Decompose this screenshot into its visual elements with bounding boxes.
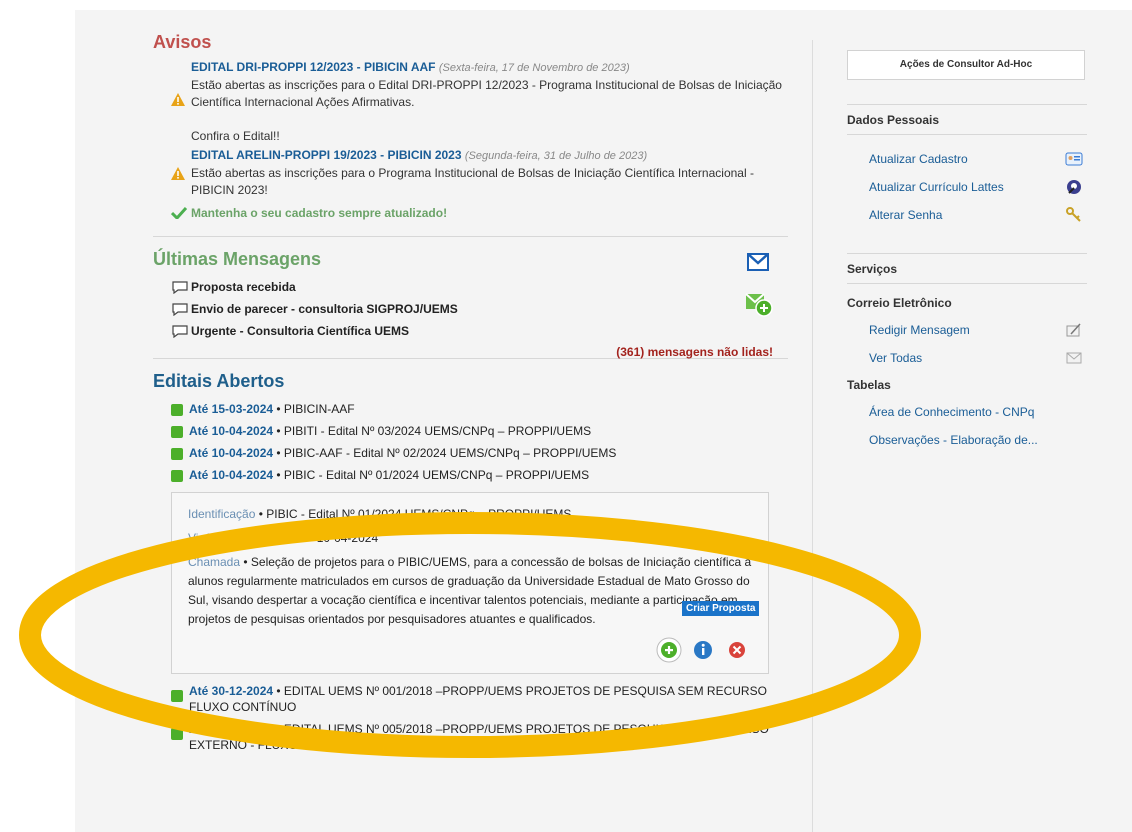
detail-chamada: Chamada • Seleção de projetos para o PIB…	[188, 553, 756, 629]
delete-icon[interactable]	[724, 637, 750, 663]
edital-name: • PIBITI - Edital Nº 03/2024 UEMS/CNPq –…	[273, 424, 592, 438]
arrow-icon	[171, 728, 183, 740]
aviso-extra: Confira o Edital!!	[191, 129, 280, 143]
lattes-icon	[1067, 180, 1081, 194]
message-item[interactable]: Proposta recebida	[153, 276, 793, 298]
tabelas-heading: Tabelas	[847, 378, 891, 392]
mail-icon[interactable]	[747, 253, 769, 271]
edital-detail-panel: Identificação • PIBIC - Edital Nº 01/202…	[171, 492, 769, 674]
message-bubble-icon	[172, 325, 188, 338]
edital-date[interactable]: Até 10-04-2024	[189, 424, 273, 438]
edital-item[interactable]: Até 30-12-2024 • EDITAL UEMS Nº 001/2018…	[153, 680, 793, 718]
sidebar-item-label[interactable]: Alterar Senha	[869, 208, 942, 222]
sidebar-item-label[interactable]: Área de Conhecimento - CNPq	[869, 405, 1034, 419]
edital-date[interactable]: Até 30-12-2024	[189, 684, 273, 698]
avisos-title: Avisos	[153, 32, 212, 52]
message-subject[interactable]: Urgente - Consultoria Científica UEMS	[191, 324, 409, 338]
correio-heading: Correio Eletrônico	[847, 296, 952, 310]
sidebar-item-label[interactable]: Redigir Mensagem	[869, 323, 970, 337]
aviso-text: Estão abertas as inscrições para o Edita…	[191, 78, 782, 109]
aviso-date: (Sexta-feira, 17 de Novembro de 2023)	[438, 62, 630, 74]
aviso-date: (Segunda-feira, 31 de Julho de 2023)	[464, 150, 648, 162]
edital-name: • PIBIC-AAF - Edital Nº 02/2024 UEMS/CNP…	[273, 446, 617, 460]
info-icon[interactable]	[690, 637, 716, 663]
message-bubble-icon	[172, 281, 188, 294]
arrow-icon	[171, 448, 183, 460]
sidebar-item-label[interactable]: Observações - Elaboração de...	[869, 433, 1038, 447]
sidebar-item-area-conhecimento[interactable]: Área de Conhecimento - CNPq	[847, 398, 1087, 426]
aviso-link[interactable]: EDITAL DRI-PROPPI 12/2023 - PIBICIN AAF	[191, 60, 436, 74]
aviso-item: EDITAL ARELIN-PROPPI 19/2023 - PIBICIN 2…	[153, 147, 793, 199]
aviso-item: EDITAL DRI-PROPPI 12/2023 - PIBICIN AAF …	[153, 59, 793, 145]
chamada-label: Chamada	[188, 555, 241, 569]
aviso-link[interactable]: EDITAL ARELIN-PROPPI 19/2023 - PIBICIN 2…	[191, 148, 462, 162]
compose-icon	[1066, 323, 1081, 337]
edital-date[interactable]: Até 15-03-2024	[189, 402, 273, 416]
editais-section: Editais Abertos Até 15-03-2024 • PIBICIN…	[153, 371, 793, 756]
main-column: Avisos EDITAL DRI-PROPPI 12/2023 - PIBIC…	[153, 32, 793, 756]
warning-icon	[171, 167, 185, 180]
edital-name: • EDITAL UEMS Nº 001/2018 –PROPP/UEMS PR…	[189, 684, 767, 714]
editais-title: Editais Abertos	[153, 371, 285, 391]
messages-section: Últimas Mensagens Proposta recebida Envi…	[153, 249, 793, 359]
vigencia-label: Vigência	[188, 531, 234, 545]
edital-date[interactable]: Até 10-04-2024	[189, 446, 273, 460]
sidebar-item-redigir[interactable]: Redigir Mensagem	[847, 316, 1087, 344]
avisos-section: Avisos EDITAL DRI-PROPPI 12/2023 - PIBIC…	[153, 32, 793, 222]
sidebar-item-ver-todas[interactable]: Ver Todas	[847, 344, 1087, 372]
aviso-text: Estão abertas as inscrições para o Progr…	[191, 166, 754, 197]
edital-date[interactable]: Até 10-04-2024	[189, 468, 273, 482]
detail-actions	[188, 637, 756, 663]
criar-proposta-tooltip: Criar Proposta	[682, 601, 760, 616]
message-item[interactable]: Envio de parecer - consultoria SIGPROJ/U…	[153, 298, 793, 320]
identificacao-value: • PIBIC - Edital Nº 01/2024 UEMS/CNPq – …	[255, 507, 572, 521]
arrow-icon	[171, 404, 183, 416]
keep-updated-text: Mantenha o seu cadastro sempre atualizad…	[191, 206, 448, 220]
top-strip	[75, 0, 1132, 10]
keep-updated-notice: Mantenha o seu cadastro sempre atualizad…	[153, 205, 793, 222]
unread-count[interactable]: (361) mensagens não lidas!	[616, 345, 773, 359]
arrow-icon	[171, 426, 183, 438]
message-subject[interactable]: Envio de parecer - consultoria SIGPROJ/U…	[191, 302, 458, 316]
dados-pessoais-heading: Dados Pessoais	[847, 104, 1087, 135]
edital-item[interactable]: Até 10-04-2024 • PIBIC-AAF - Edital Nº 0…	[153, 442, 793, 464]
identificacao-label: Identificação	[188, 507, 256, 521]
edital-date[interactable]: Até 30-12-2024	[189, 722, 273, 736]
id-card-icon	[1065, 152, 1083, 166]
servicos-heading: Serviços	[847, 253, 1087, 284]
vigencia-value: • 29-02-2024 - 10-04-2024	[233, 531, 379, 545]
sidebar-item-atualizar-lattes[interactable]: Atualizar Currículo Lattes	[847, 173, 1087, 201]
sidebar-item-label[interactable]: Atualizar Currículo Lattes	[869, 180, 1004, 194]
arrow-icon	[171, 470, 183, 482]
sidebar-item-label[interactable]: Ver Todas	[869, 351, 922, 365]
sidebar-item-alterar-senha[interactable]: Alterar Senha	[847, 201, 1087, 229]
warning-icon	[171, 93, 185, 106]
message-item[interactable]: Urgente - Consultoria Científica UEMS	[153, 320, 793, 342]
message-bubble-icon	[172, 303, 188, 316]
edital-item[interactable]: Até 15-03-2024 • PIBICIN-AAF	[153, 398, 793, 420]
sidebar-item-atualizar-cadastro[interactable]: Atualizar Cadastro	[847, 145, 1087, 173]
sidebar-item-observacoes[interactable]: Observações - Elaboração de...	[847, 426, 1087, 454]
edital-name: • PIBICIN-AAF	[273, 402, 355, 416]
consultor-actions-button[interactable]: Ações de Consultor Ad-Hoc	[847, 50, 1085, 80]
edital-name: • PIBIC - Edital Nº 01/2024 UEMS/CNPq – …	[273, 468, 590, 482]
sidebar-item-label[interactable]: Atualizar Cadastro	[869, 152, 968, 166]
chamada-value: • Seleção de projetos para o PIBIC/UEMS,…	[188, 555, 752, 626]
edital-item[interactable]: Até 30-12-2024 • EDITAL UEMS Nº 005/2018…	[153, 718, 793, 756]
edital-item[interactable]: Até 10-04-2024 • PIBIC - Edital Nº 01/20…	[153, 464, 793, 486]
detail-identificacao: Identificação • PIBIC - Edital Nº 01/202…	[188, 505, 756, 523]
section-divider	[153, 236, 788, 237]
edital-item[interactable]: Até 10-04-2024 • PIBITI - Edital Nº 03/2…	[153, 420, 793, 442]
right-sidebar: Ações de Consultor Ad-Hoc Dados Pessoais…	[847, 50, 1087, 454]
message-subject[interactable]: Proposta recebida	[191, 280, 296, 294]
messages-title: Últimas Mensagens	[153, 249, 322, 269]
keys-icon	[1066, 207, 1081, 222]
column-divider	[812, 40, 813, 832]
edital-name: • EDITAL UEMS Nº 005/2018 –PROPP/UEMS PR…	[189, 722, 769, 752]
add-proposal-icon[interactable]	[656, 637, 682, 663]
envelope-icon	[1066, 352, 1082, 364]
check-icon	[171, 207, 187, 219]
arrow-icon	[171, 690, 183, 702]
detail-vigencia: Vigência • 29-02-2024 - 10-04-2024	[188, 529, 756, 547]
